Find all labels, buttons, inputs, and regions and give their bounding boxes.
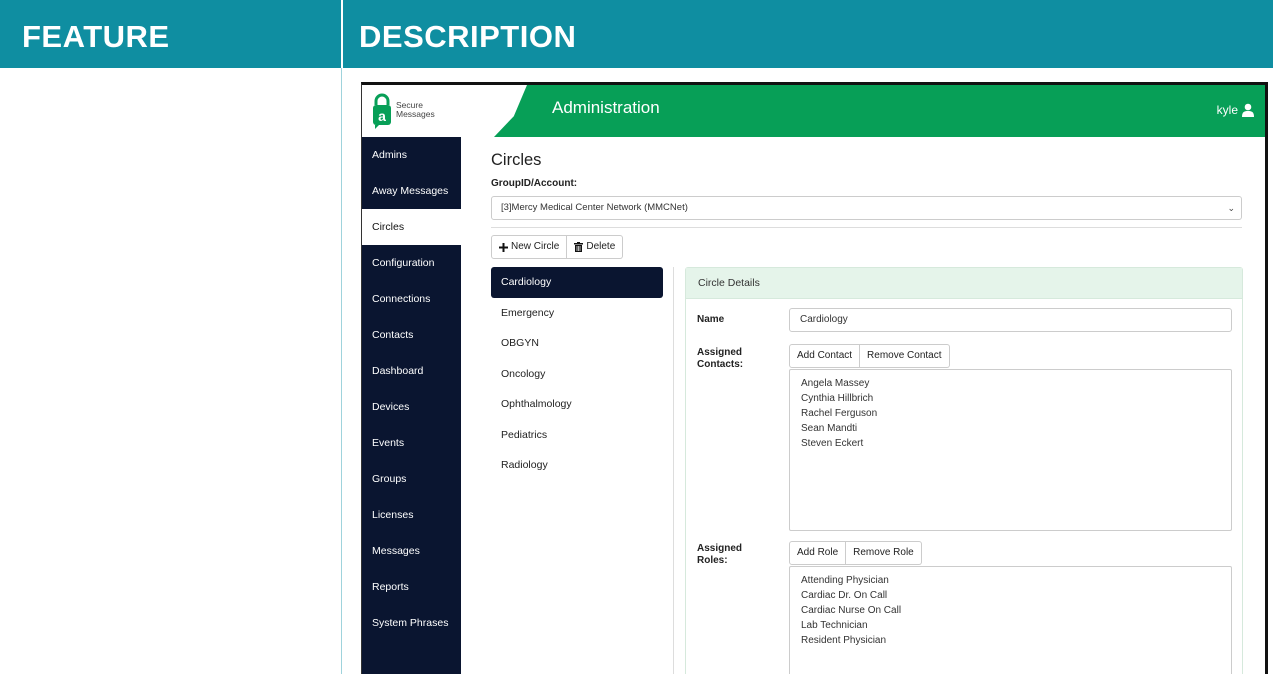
feature-cell xyxy=(0,68,341,674)
chevron-down-icon: ⌄ xyxy=(1227,203,1235,213)
logo-text: Secure Messages xyxy=(396,101,435,119)
sidebar-item-system-phrases[interactable]: System Phrases xyxy=(362,605,461,641)
list-item[interactable]: Angela Massey xyxy=(801,376,1220,391)
description-column-header: DESCRIPTION xyxy=(343,0,1273,68)
sidebar-item-messages[interactable]: Messages xyxy=(362,533,461,569)
circle-details-header: Circle Details xyxy=(686,268,1242,299)
sidebar-item-configuration[interactable]: Configuration xyxy=(362,245,461,281)
list-item[interactable]: Cardiac Nurse On Call xyxy=(801,603,1220,618)
column-divider xyxy=(341,68,342,674)
role-actions: Add Role Remove Role xyxy=(789,541,922,565)
sidebar-item-groups[interactable]: Groups xyxy=(362,461,461,497)
remove-role-button[interactable]: Remove Role xyxy=(846,541,922,565)
user-menu[interactable]: kyle xyxy=(1217,103,1255,117)
sidebar: Admins Away Messages Circles Configurati… xyxy=(362,137,461,674)
list-item[interactable]: Attending Physician xyxy=(801,573,1220,588)
document-table: FEATURE DESCRIPTION a Secure Messages Ad… xyxy=(0,0,1273,674)
circle-item-radiology[interactable]: Radiology xyxy=(491,450,663,481)
assigned-roles-label: Assigned Roles: xyxy=(697,543,743,566)
new-circle-label: New Circle xyxy=(511,241,560,252)
assigned-roles-list[interactable]: Attending Physician Cardiac Dr. On Call … xyxy=(789,566,1232,674)
assigned-contacts-label: Assigned Contacts: xyxy=(697,347,744,370)
logo-line-2: Messages xyxy=(396,109,435,119)
feature-column-header: FEATURE xyxy=(0,0,341,68)
sidebar-item-admins[interactable]: Admins xyxy=(362,137,461,173)
sidebar-item-events[interactable]: Events xyxy=(362,425,461,461)
sidebar-item-licenses[interactable]: Licenses xyxy=(362,497,461,533)
divider xyxy=(491,227,1242,228)
list-item[interactable]: Lab Technician xyxy=(801,618,1220,633)
main-content: Circles GroupID/Account: [3]Mercy Medica… xyxy=(461,137,1265,674)
logo[interactable]: a Secure Messages xyxy=(362,85,527,137)
circle-details-panel: Circle Details Name Cardiology Assigned … xyxy=(685,267,1243,674)
circle-list: Cardiology Emergency OBGYN Oncology Opht… xyxy=(491,267,663,481)
app-title: Administration xyxy=(552,98,660,117)
assigned-contacts-list[interactable]: Angela Massey Cynthia Hillbrich Rachel F… xyxy=(789,369,1232,531)
circle-item-cardiology[interactable]: Cardiology xyxy=(491,267,663,298)
svg-text:a: a xyxy=(378,108,386,124)
sidebar-item-connections[interactable]: Connections xyxy=(362,281,461,317)
top-bar: a Secure Messages Administration kyle xyxy=(362,85,1265,137)
circle-item-emergency[interactable]: Emergency xyxy=(491,298,663,329)
list-item[interactable]: Sean Mandti xyxy=(801,421,1220,436)
add-role-button[interactable]: Add Role xyxy=(789,541,847,565)
add-contact-button[interactable]: Add Contact xyxy=(789,344,861,368)
circle-actions: New Circle Delete xyxy=(491,235,624,259)
page-title: Circles xyxy=(491,151,542,169)
username: kyle xyxy=(1216,103,1238,117)
sidebar-item-away-messages[interactable]: Away Messages xyxy=(362,173,461,209)
group-account-label: GroupID/Account: xyxy=(491,178,578,189)
sidebar-item-circles[interactable]: Circles xyxy=(362,209,461,245)
sidebar-item-devices[interactable]: Devices xyxy=(362,389,461,425)
name-input[interactable]: Cardiology xyxy=(789,308,1232,332)
sidebar-item-reports[interactable]: Reports xyxy=(362,569,461,605)
contact-actions: Add Contact Remove Contact xyxy=(789,344,950,368)
name-label: Name xyxy=(697,314,725,325)
group-account-select[interactable]: [3]Mercy Medical Center Network (MMCNet)… xyxy=(491,196,1242,220)
list-item[interactable]: Steven Eckert xyxy=(801,436,1220,451)
circle-item-ophthalmology[interactable]: Ophthalmology xyxy=(491,389,663,420)
circle-item-obgyn[interactable]: OBGYN xyxy=(491,328,663,359)
group-account-value: [3]Mercy Medical Center Network (MMCNet) xyxy=(501,202,688,213)
circle-item-pediatrics[interactable]: Pediatrics xyxy=(491,420,663,451)
user-icon xyxy=(1242,103,1254,117)
list-item[interactable]: Cardiac Dr. On Call xyxy=(801,588,1220,603)
lock-logo-icon: a xyxy=(373,93,391,129)
sidebar-item-dashboard[interactable]: Dashboard xyxy=(362,353,461,389)
circle-item-oncology[interactable]: Oncology xyxy=(491,359,663,390)
app-screenshot: a Secure Messages Administration kyle Ad… xyxy=(361,82,1268,674)
delete-button[interactable]: Delete xyxy=(567,235,624,259)
sidebar-item-contacts[interactable]: Contacts xyxy=(362,317,461,353)
plus-icon xyxy=(499,242,508,252)
list-item[interactable]: Cynthia Hillbrich xyxy=(801,391,1220,406)
list-item[interactable]: Resident Physician xyxy=(801,633,1220,648)
new-circle-button[interactable]: New Circle xyxy=(491,235,568,259)
remove-contact-button[interactable]: Remove Contact xyxy=(860,344,950,368)
panel-divider xyxy=(673,267,674,674)
list-item[interactable]: Rachel Ferguson xyxy=(801,406,1220,421)
delete-label: Delete xyxy=(586,241,616,252)
trash-icon xyxy=(574,242,584,252)
